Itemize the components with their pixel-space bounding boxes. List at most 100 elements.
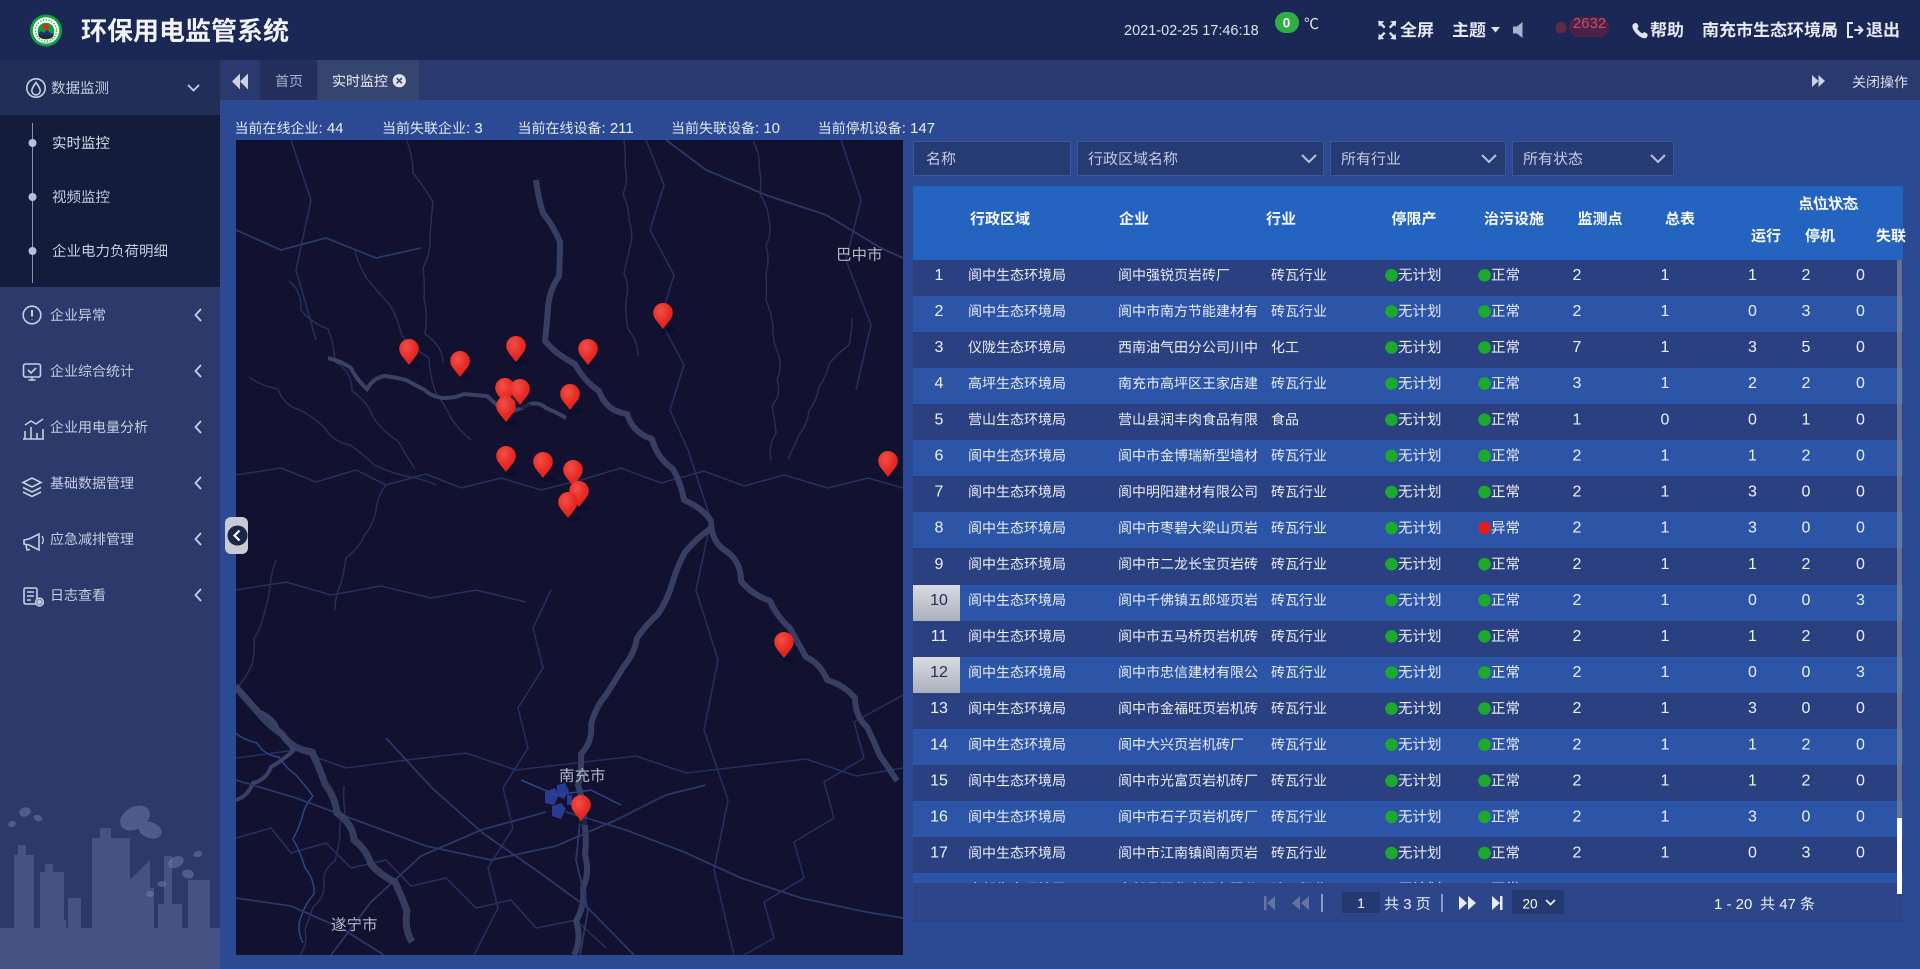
svg-text:2021-02-25 17:46:18: 2021-02-25 17:46:18 [1124, 23, 1259, 39]
svg-text:0: 0 [1856, 700, 1865, 717]
svg-text:2: 2 [1802, 267, 1811, 284]
svg-text:1: 1 [1748, 736, 1757, 753]
svg-text:0: 0 [1856, 809, 1865, 826]
svg-text:5: 5 [935, 411, 944, 428]
svg-text:1: 1 [1748, 556, 1757, 573]
svg-text:2: 2 [1573, 772, 1582, 789]
svg-text:: 147: : 147 [902, 120, 935, 137]
svg-text:1: 1 [1661, 556, 1670, 573]
svg-text:0: 0 [1856, 845, 1865, 862]
svg-text:1: 1 [1661, 375, 1670, 392]
svg-text:0: 0 [1856, 484, 1865, 501]
svg-text:1: 1 [1573, 411, 1582, 428]
svg-text:0: 0 [1856, 520, 1865, 537]
svg-text:2: 2 [1573, 845, 1582, 862]
svg-text:1: 1 [1661, 447, 1670, 464]
svg-text:0: 0 [1661, 881, 1670, 898]
svg-text:3: 3 [1802, 845, 1811, 862]
svg-text:0: 0 [1856, 772, 1865, 789]
svg-text:2: 2 [1802, 375, 1811, 392]
svg-text:11: 11 [931, 628, 948, 645]
svg-text:3: 3 [1748, 339, 1757, 356]
svg-text:2: 2 [1748, 375, 1757, 392]
svg-text:9: 9 [935, 556, 944, 573]
svg-text:2: 2 [1573, 809, 1582, 826]
svg-text:3: 3 [1748, 700, 1757, 717]
svg-text:6: 6 [935, 447, 944, 464]
svg-text:1: 1 [1661, 664, 1670, 681]
svg-text:0: 0 [1748, 592, 1757, 609]
svg-text:0: 0 [1856, 375, 1865, 392]
svg-text:0: 0 [1856, 736, 1865, 753]
svg-text:0: 0 [1802, 484, 1811, 501]
svg-text:0: 0 [1856, 267, 1865, 284]
svg-text:1: 1 [1748, 267, 1757, 284]
svg-text:0: 0 [1748, 845, 1757, 862]
svg-text:1: 1 [1661, 628, 1670, 645]
svg-text:2: 2 [1573, 520, 1582, 537]
svg-text:3: 3 [1748, 520, 1757, 537]
svg-text:8: 8 [935, 520, 944, 537]
svg-text:0: 0 [1856, 411, 1865, 428]
svg-text:3: 3 [1856, 592, 1865, 609]
svg-text:2: 2 [1573, 267, 1582, 284]
svg-text:2: 2 [1573, 556, 1582, 573]
svg-text:0: 0 [1748, 303, 1757, 320]
svg-text:0: 0 [1802, 592, 1811, 609]
svg-text:: 3: : 3 [466, 120, 483, 137]
svg-text:1: 1 [1748, 628, 1757, 645]
svg-text:2: 2 [1573, 736, 1582, 753]
svg-text:5: 5 [1802, 339, 1811, 356]
svg-text:0: 0 [1748, 664, 1757, 681]
svg-text:1: 1 [1748, 447, 1757, 464]
svg-text:0: 0 [1283, 16, 1291, 31]
svg-text:7: 7 [935, 484, 944, 501]
svg-text:1: 1 [935, 267, 944, 284]
svg-text:2: 2 [1802, 736, 1811, 753]
svg-text:47: 47 [1779, 896, 1796, 913]
svg-text:17: 17 [930, 845, 948, 862]
svg-text:0: 0 [1802, 520, 1811, 537]
svg-text:14: 14 [930, 736, 948, 753]
svg-text:0: 0 [1856, 628, 1865, 645]
svg-text:1: 1 [1661, 303, 1670, 320]
svg-text:2632: 2632 [1573, 15, 1606, 32]
svg-text:1: 1 [1661, 736, 1670, 753]
svg-text:0: 0 [1856, 339, 1865, 356]
svg-text:20: 20 [1522, 897, 1537, 912]
svg-text:1: 1 [1661, 700, 1670, 717]
svg-text:4: 4 [935, 375, 944, 392]
svg-text:1: 1 [1661, 772, 1670, 789]
svg-text:1: 1 [1661, 520, 1670, 537]
svg-text:0: 0 [1661, 411, 1670, 428]
svg-text:: 211: : 211 [602, 120, 634, 137]
svg-text:0: 0 [1856, 556, 1865, 573]
svg-text:2: 2 [1573, 628, 1582, 645]
svg-text:3: 3 [1856, 664, 1865, 681]
svg-text:0: 0 [1856, 447, 1865, 464]
svg-text:2: 2 [1573, 664, 1582, 681]
svg-text:16: 16 [930, 809, 948, 826]
svg-text:3: 3 [1748, 484, 1757, 501]
svg-text:6: 6 [1802, 881, 1811, 898]
svg-text:2: 2 [1802, 628, 1811, 645]
svg-text:13: 13 [930, 700, 948, 717]
svg-text:1: 1 [1661, 484, 1670, 501]
svg-text:3: 3 [935, 339, 944, 356]
svg-text:2: 2 [1573, 484, 1582, 501]
svg-text:1: 1 [1357, 896, 1365, 911]
svg-text:2: 2 [1573, 303, 1582, 320]
svg-text:1: 1 [1661, 267, 1670, 284]
svg-text:0: 0 [1802, 700, 1811, 717]
svg-text:2: 2 [1573, 592, 1582, 609]
svg-text:3: 3 [1748, 809, 1757, 826]
svg-text:18: 18 [930, 881, 948, 898]
svg-text:3: 3 [1802, 303, 1811, 320]
svg-text:12: 12 [930, 664, 948, 681]
svg-text:10: 10 [930, 592, 948, 609]
svg-text:: 10: : 10 [755, 120, 780, 137]
svg-text:0: 0 [1802, 664, 1811, 681]
svg-text:2: 2 [1802, 556, 1811, 573]
svg-text:1: 1 [1802, 411, 1811, 428]
svg-text:1: 1 [1661, 592, 1670, 609]
